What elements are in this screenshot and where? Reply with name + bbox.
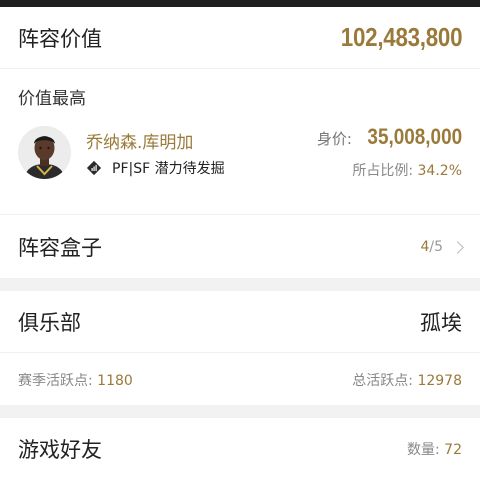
total-activity-value: 12978 [417, 373, 462, 389]
lineup-box-total: /5 [429, 239, 443, 255]
diamond-badge-icon [86, 160, 102, 176]
club-row[interactable]: 俱乐部 孤埃 [0, 291, 480, 353]
section-divider [0, 278, 480, 291]
player-price: 身价: 35,008,000 [317, 124, 462, 150]
player-position-text: PF|SF 潜力待发掘 [112, 161, 225, 177]
top-status-bar [0, 0, 480, 7]
friends-row[interactable]: 游戏好友 数量: 72 [0, 418, 480, 480]
chevron-right-icon [451, 240, 464, 254]
season-activity-label: 赛季活跃点: [18, 373, 98, 389]
lineup-box-current: 4 [420, 239, 430, 255]
club-label: 俱乐部 [18, 310, 81, 335]
season-activity-value: 1180 [97, 373, 133, 389]
lineup-box-label: 阵容盒子 [18, 236, 102, 260]
club-name: 孤埃 [420, 310, 462, 335]
player-name-link[interactable]: 乔纳森.库明加 [86, 128, 193, 153]
friends-count-label: 数量: [407, 442, 445, 458]
total-activity-label: 总活跃点: [352, 373, 418, 389]
section-divider [0, 405, 480, 418]
player-ratio: 所占比例: 34.2% [352, 160, 462, 180]
club-activity-row: 赛季活跃点: 1180 总活跃点: 12978 [0, 355, 480, 405]
price-value: 35,008,000 [367, 124, 462, 149]
player-avatar[interactable] [18, 126, 71, 179]
total-activity: 总活跃点: 12978 [352, 370, 462, 390]
price-label: 身价: [316, 130, 352, 148]
player-portrait-icon [18, 126, 71, 179]
top-value-label: 价值最高 [18, 89, 86, 109]
lineup-box-row[interactable]: 阵容盒子 4/5 [0, 216, 480, 278]
friends-count-value: 72 [444, 442, 462, 458]
ratio-label: 所占比例: [352, 163, 418, 179]
player-position-row: PF|SF 潜力待发掘 [86, 158, 225, 178]
divider [0, 214, 480, 215]
lineup-value-amount: 102,483,800 [340, 22, 462, 52]
friends-label: 游戏好友 [18, 438, 102, 462]
ratio-value: 34.2% [417, 163, 462, 179]
lineup-box-count: 4/5 [420, 239, 464, 255]
lineup-value-row: 阵容价值 102,483,800 [0, 7, 480, 69]
friends-count: 数量: 72 [407, 439, 462, 459]
lineup-value-label: 阵容价值 [18, 26, 102, 51]
season-activity: 赛季活跃点: 1180 [18, 370, 133, 390]
